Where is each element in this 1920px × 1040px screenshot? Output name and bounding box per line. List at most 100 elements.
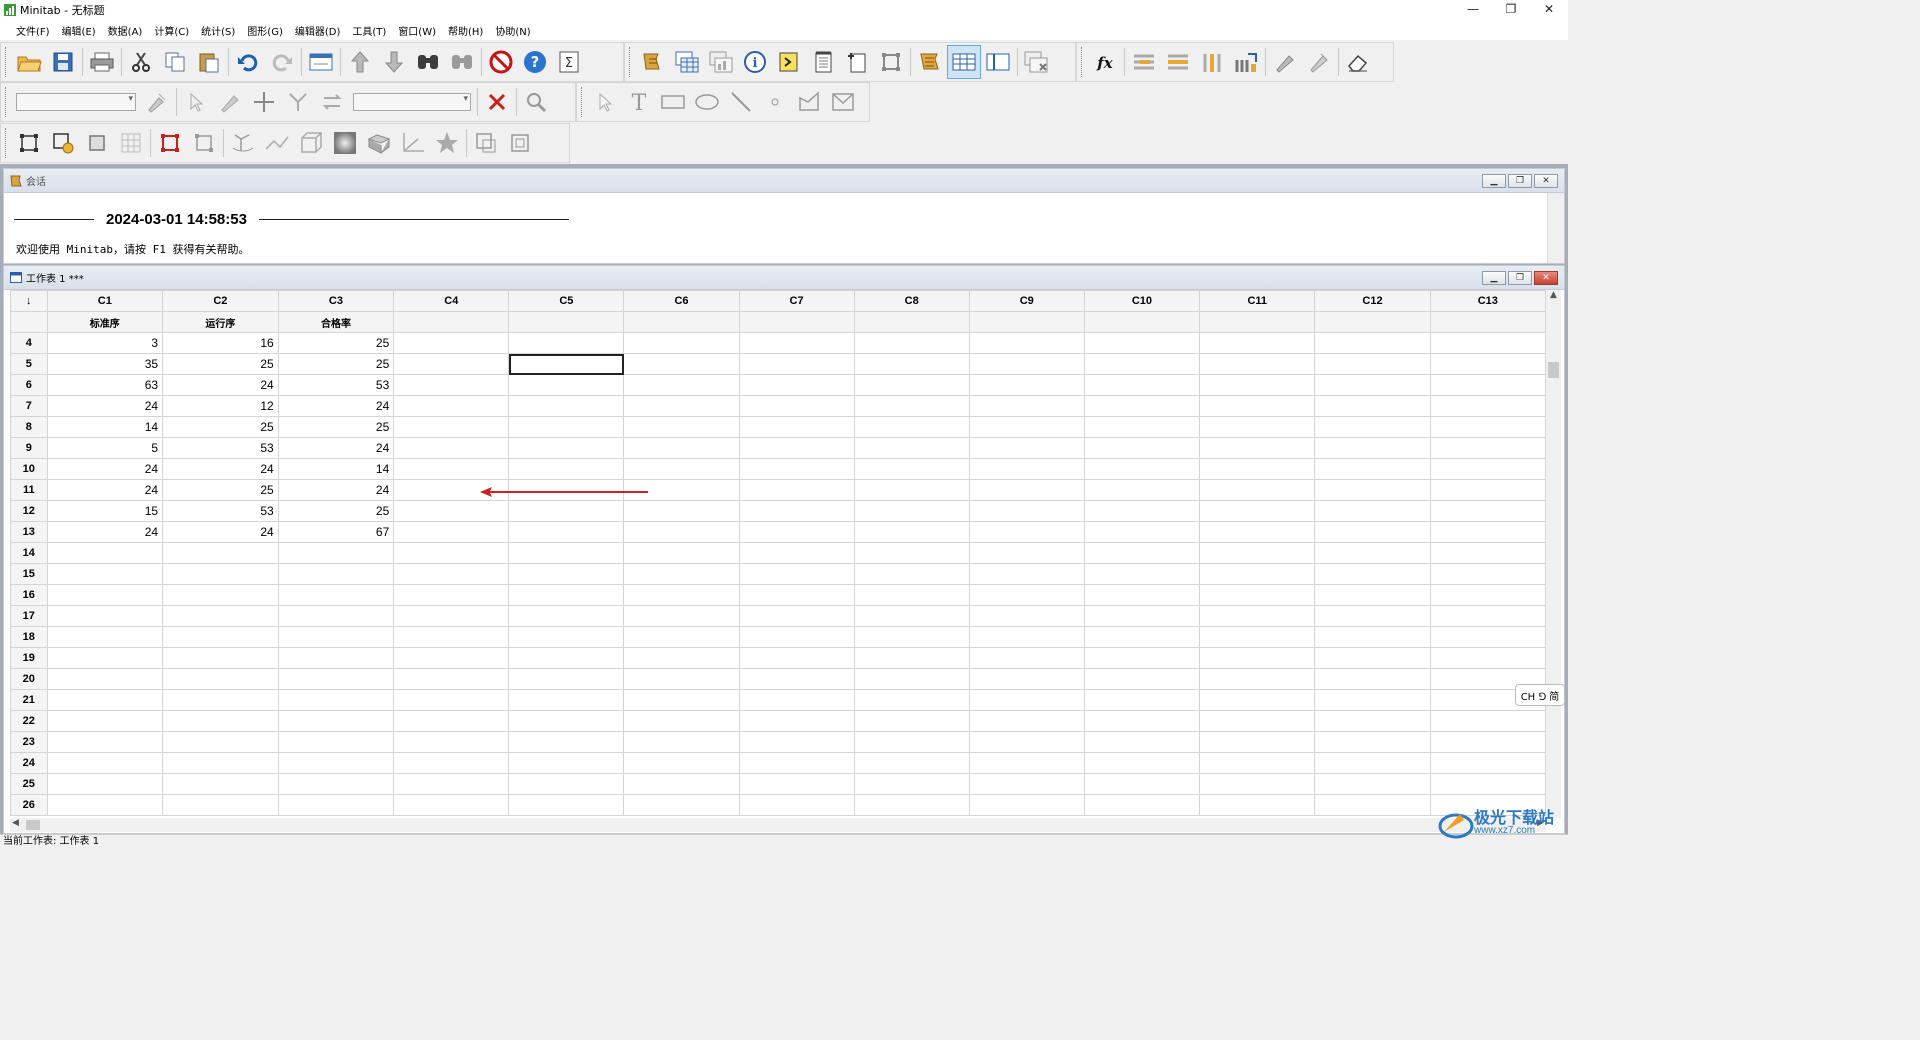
data-cell[interactable] xyxy=(1199,773,1316,795)
row-number[interactable]: 6 xyxy=(10,374,48,396)
data-cell[interactable] xyxy=(738,416,855,438)
data-cell[interactable] xyxy=(968,689,1085,711)
font-select[interactable] xyxy=(353,93,471,111)
data-cell[interactable] xyxy=(1199,584,1316,606)
surface-icon[interactable] xyxy=(362,126,396,160)
data-cell[interactable] xyxy=(393,647,510,669)
close-button[interactable]: ✕ xyxy=(1530,0,1568,18)
data-cell[interactable] xyxy=(1083,752,1201,774)
data-cell[interactable] xyxy=(1314,605,1431,627)
frame-icon[interactable] xyxy=(12,126,46,160)
data-cell[interactable] xyxy=(738,710,855,732)
worksheet-restore-button[interactable]: ❐ xyxy=(1508,271,1532,285)
rectangle-tool-icon[interactable] xyxy=(656,85,690,119)
data-cell[interactable] xyxy=(853,773,970,795)
column-header-c6[interactable]: C6 xyxy=(623,290,740,312)
previous-command-icon[interactable] xyxy=(343,45,377,79)
axes-icon[interactable] xyxy=(396,126,430,160)
data-cell[interactable] xyxy=(623,395,740,417)
find-next-icon[interactable] xyxy=(445,45,479,79)
data-cell[interactable] xyxy=(508,626,625,648)
data-cell[interactable] xyxy=(162,794,279,816)
data-cell[interactable] xyxy=(1314,668,1431,690)
data-cell[interactable]: 63 xyxy=(46,374,164,396)
data-cell[interactable] xyxy=(1083,521,1201,543)
grid-icon[interactable] xyxy=(114,126,148,160)
data-cell[interactable] xyxy=(738,542,855,564)
data-cell[interactable] xyxy=(393,794,510,816)
column-name-cell[interactable] xyxy=(1314,311,1431,333)
data-cell[interactable] xyxy=(508,332,625,354)
data-cell[interactable] xyxy=(968,395,1085,417)
data-cell[interactable]: 24 xyxy=(162,521,279,543)
minimize-button[interactable]: — xyxy=(1454,0,1492,18)
data-cell[interactable] xyxy=(1314,479,1431,501)
data-cell[interactable] xyxy=(853,752,970,774)
data-cell[interactable] xyxy=(162,668,279,690)
data-cell[interactable] xyxy=(277,710,395,732)
marker-tool-icon[interactable] xyxy=(758,85,792,119)
data-cell[interactable] xyxy=(968,332,1085,354)
data-cell[interactable] xyxy=(46,647,164,669)
data-cell[interactable] xyxy=(968,353,1085,375)
data-cell[interactable] xyxy=(853,332,970,354)
data-cell[interactable] xyxy=(1314,416,1431,438)
data-cell[interactable]: 14 xyxy=(277,458,395,480)
data-cell[interactable] xyxy=(853,605,970,627)
calculator-fx-icon[interactable]: fx xyxy=(1088,45,1122,79)
data-cell[interactable] xyxy=(1314,563,1431,585)
undo-icon[interactable] xyxy=(231,45,265,79)
data-cell[interactable] xyxy=(1429,374,1546,396)
data-cell[interactable] xyxy=(46,605,164,627)
data-cell[interactable] xyxy=(1083,395,1201,417)
graph-item-select[interactable] xyxy=(16,93,136,111)
print-icon[interactable] xyxy=(85,45,119,79)
data-cell[interactable] xyxy=(393,584,510,606)
data-cell[interactable] xyxy=(1083,689,1201,711)
data-cell[interactable] xyxy=(1199,374,1316,396)
delete-x-icon[interactable] xyxy=(480,85,514,119)
data-cell[interactable] xyxy=(508,710,625,732)
data-cell[interactable] xyxy=(1429,332,1546,354)
data-cell[interactable] xyxy=(1199,416,1316,438)
region-icon[interactable] xyxy=(80,126,114,160)
data-cell[interactable] xyxy=(508,521,625,543)
worksheet-vertical-scrollbar[interactable]: ▲ xyxy=(1546,290,1561,818)
row-number[interactable]: 15 xyxy=(10,563,48,585)
line-tool-icon[interactable] xyxy=(724,85,758,119)
data-cell[interactable]: 25 xyxy=(277,353,395,375)
data-cell[interactable] xyxy=(738,668,855,690)
row-number[interactable]: 4 xyxy=(10,332,48,354)
data-cell[interactable] xyxy=(393,416,510,438)
data-cell[interactable] xyxy=(853,794,970,816)
data-cell[interactable] xyxy=(738,689,855,711)
data-cell[interactable] xyxy=(393,353,510,375)
data-cell[interactable]: 25 xyxy=(162,416,279,438)
data-cell[interactable] xyxy=(162,773,279,795)
data-cell[interactable]: 12 xyxy=(162,395,279,417)
data-cell[interactable] xyxy=(968,584,1085,606)
session-scrollbar[interactable] xyxy=(1547,193,1564,263)
data-cell[interactable] xyxy=(1314,752,1431,774)
data-cell[interactable] xyxy=(508,416,625,438)
brush-tool-icon[interactable] xyxy=(213,85,247,119)
menu-item-10[interactable]: 帮助(H) xyxy=(442,23,489,38)
data-cell[interactable]: 3 xyxy=(46,332,164,354)
star-icon[interactable] xyxy=(430,126,464,160)
data-cell[interactable] xyxy=(1429,626,1546,648)
column-name-cell[interactable] xyxy=(623,311,740,333)
column-header-c3[interactable]: C3 xyxy=(277,290,395,312)
session-close-button[interactable]: ✕ xyxy=(1534,174,1558,188)
data-cell[interactable] xyxy=(508,689,625,711)
data-cell[interactable]: 53 xyxy=(277,374,395,396)
data-cell[interactable] xyxy=(853,647,970,669)
toolbar-grip[interactable] xyxy=(629,47,632,77)
report-pad-icon[interactable] xyxy=(806,45,840,79)
data-cell[interactable] xyxy=(277,605,395,627)
data-cell[interactable] xyxy=(968,794,1085,816)
data-cell[interactable]: 24 xyxy=(46,479,164,501)
data-cell[interactable] xyxy=(1083,542,1201,564)
data-cell[interactable] xyxy=(277,563,395,585)
data-cell[interactable] xyxy=(162,563,279,585)
data-cell[interactable]: 14 xyxy=(46,416,164,438)
